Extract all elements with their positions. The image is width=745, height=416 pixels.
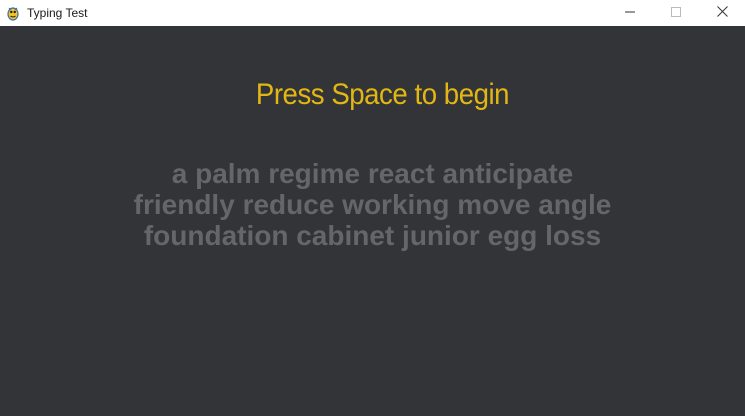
- pygame-snake-icon: [5, 5, 21, 21]
- word-block: a palm regime react anticipate friendly …: [0, 158, 745, 251]
- start-prompt: Press Space to begin: [255, 78, 510, 111]
- minimize-icon: [625, 4, 635, 22]
- word-line-2: friendly reduce working move angle: [133, 189, 612, 220]
- maximize-icon: [671, 4, 681, 22]
- word-line-3: foundation cabinet junior egg loss: [143, 220, 602, 251]
- close-button[interactable]: [699, 0, 745, 26]
- word-line-1: a palm regime react anticipate: [171, 158, 574, 189]
- maximize-button[interactable]: [653, 0, 699, 26]
- game-window: Typing Test Press Space to begin a palm …: [0, 0, 745, 416]
- window-controls: [607, 0, 745, 26]
- window-title: Typing Test: [27, 6, 88, 20]
- minimize-button[interactable]: [607, 0, 653, 26]
- title-bar[interactable]: Typing Test: [0, 0, 745, 26]
- close-icon: [716, 4, 728, 22]
- game-canvas[interactable]: Press Space to begin a palm regime react…: [0, 26, 745, 416]
